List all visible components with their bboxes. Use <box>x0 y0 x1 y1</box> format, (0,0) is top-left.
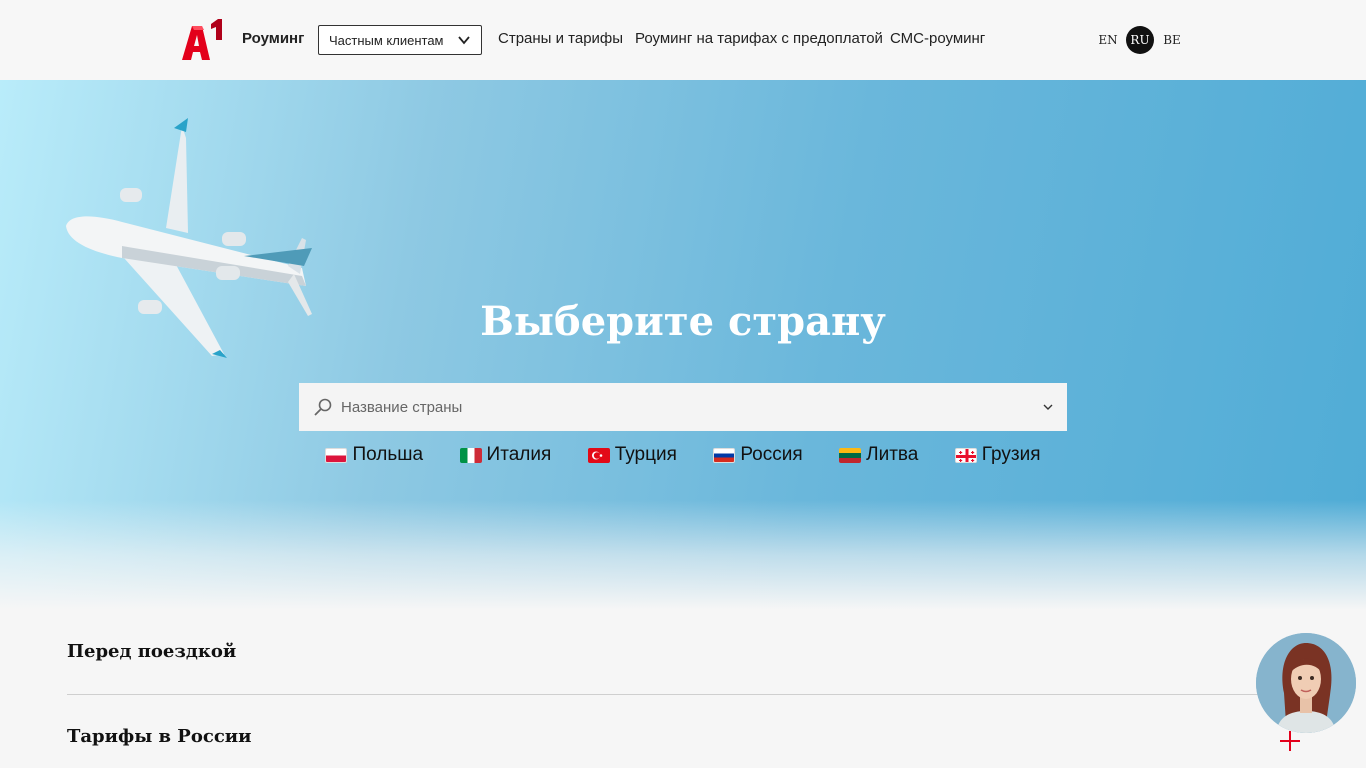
country-georgia[interactable]: Грузия <box>954 444 1041 466</box>
country-label: Россия <box>740 444 803 465</box>
customer-segment-select[interactable]: Частным клиентам <box>318 25 482 55</box>
flag-georgia-icon <box>954 447 977 463</box>
lang-ru[interactable]: RU <box>1126 26 1154 54</box>
country-label: Литва <box>866 444 919 465</box>
nav-prepaid-roaming[interactable]: Роуминг на тарифах с предоплатой <box>635 30 883 47</box>
chevron-down-icon[interactable] <box>1041 400 1055 414</box>
country-label: Италия <box>486 444 552 465</box>
chevron-down-icon <box>458 36 470 45</box>
popular-countries: Польша Италия Турция Россия Литва Грузия <box>0 444 1366 468</box>
lang-en[interactable]: EN <box>1094 26 1122 54</box>
divider <box>67 694 1299 695</box>
country-russia[interactable]: Россия <box>713 444 803 466</box>
nav-countries-tariffs[interactable]: Страны и тарифы <box>498 30 623 47</box>
assistant-avatar[interactable] <box>1256 633 1356 733</box>
country-italy[interactable]: Италия <box>459 444 552 466</box>
country-search-input[interactable] <box>341 383 1021 431</box>
nav-sms-roaming[interactable]: СМС-роуминг <box>890 30 985 47</box>
customer-segment-value: Частным клиентам <box>329 33 444 48</box>
flag-turkey-icon <box>587 447 610 463</box>
plus-icon[interactable] <box>1280 731 1300 751</box>
assistant-avatar-image <box>1256 633 1356 733</box>
flag-poland-icon <box>325 447 348 463</box>
accordion-tariffs-russia[interactable]: Тарифы в России <box>67 726 1299 747</box>
country-lithuania[interactable]: Литва <box>839 444 918 466</box>
hero-fade <box>0 500 1366 610</box>
hero-title: Выберите страну <box>480 298 886 345</box>
hero-banner: Выберите страну Польша Италия Ту <box>0 80 1366 610</box>
flag-italy-icon <box>459 447 482 463</box>
country-label: Грузия <box>981 444 1041 465</box>
a1-logo[interactable] <box>180 18 224 62</box>
country-search[interactable] <box>299 383 1067 431</box>
lang-be[interactable]: BE <box>1158 26 1186 54</box>
country-turkey[interactable]: Турция <box>587 444 677 466</box>
flag-russia-icon <box>713 447 736 463</box>
country-label: Польша <box>352 444 424 465</box>
search-icon <box>314 398 332 416</box>
flag-lithuania-icon <box>839 447 862 463</box>
accordion-before-trip[interactable]: Перед поездкой <box>67 641 1299 662</box>
country-label: Турция <box>614 444 677 465</box>
country-poland[interactable]: Польша <box>325 444 423 466</box>
brand-title[interactable]: Роуминг <box>242 30 304 47</box>
site-header: Роуминг Частным клиентам Страны и тарифы… <box>0 0 1366 80</box>
